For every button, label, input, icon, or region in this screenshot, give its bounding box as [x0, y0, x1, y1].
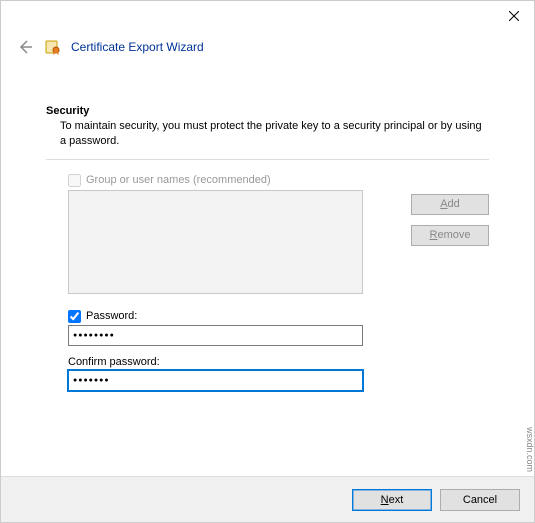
group-names-checkbox[interactable] — [68, 174, 81, 187]
content-area: Security To maintain security, you must … — [1, 67, 534, 391]
group-names-listbox — [68, 190, 363, 294]
group-names-checkbox-row[interactable]: Group or user names (recommended) — [68, 174, 401, 187]
add-button: Add — [411, 194, 489, 215]
cancel-button-label: Cancel — [463, 494, 497, 506]
password-checkbox[interactable] — [68, 310, 81, 323]
add-button-label: dd — [448, 198, 460, 210]
close-icon — [509, 11, 519, 21]
cancel-button[interactable]: Cancel — [440, 489, 520, 511]
close-button[interactable] — [494, 2, 534, 30]
next-button[interactable]: Next — [352, 489, 432, 511]
remove-button: Remove — [411, 225, 489, 246]
section-heading: Security — [46, 105, 489, 117]
title-bar — [1, 1, 534, 31]
password-label: Password: — [86, 310, 137, 322]
password-block: Password: Confirm password: — [46, 310, 489, 391]
section-description: To maintain security, you must protect t… — [46, 119, 489, 149]
next-button-label: ext — [389, 494, 404, 506]
password-input[interactable] — [68, 325, 363, 346]
remove-button-label: emove — [437, 229, 470, 241]
footer-bar: Next Cancel — [1, 476, 534, 522]
confirm-password-label: Confirm password: — [68, 356, 489, 368]
certificate-icon — [45, 39, 61, 55]
group-names-label: Group or user names (recommended) — [86, 174, 271, 186]
back-arrow-icon — [17, 39, 33, 55]
group-names-row: Group or user names (recommended) Add Re… — [46, 174, 489, 294]
divider — [46, 159, 489, 160]
confirm-password-input[interactable] — [68, 370, 363, 391]
wizard-title: Certificate Export Wizard — [71, 40, 204, 54]
watermark: wsxdn.com — [525, 427, 535, 472]
back-button[interactable] — [15, 37, 35, 57]
wizard-header: Certificate Export Wizard — [1, 31, 534, 67]
password-checkbox-row[interactable]: Password: — [68, 310, 489, 323]
